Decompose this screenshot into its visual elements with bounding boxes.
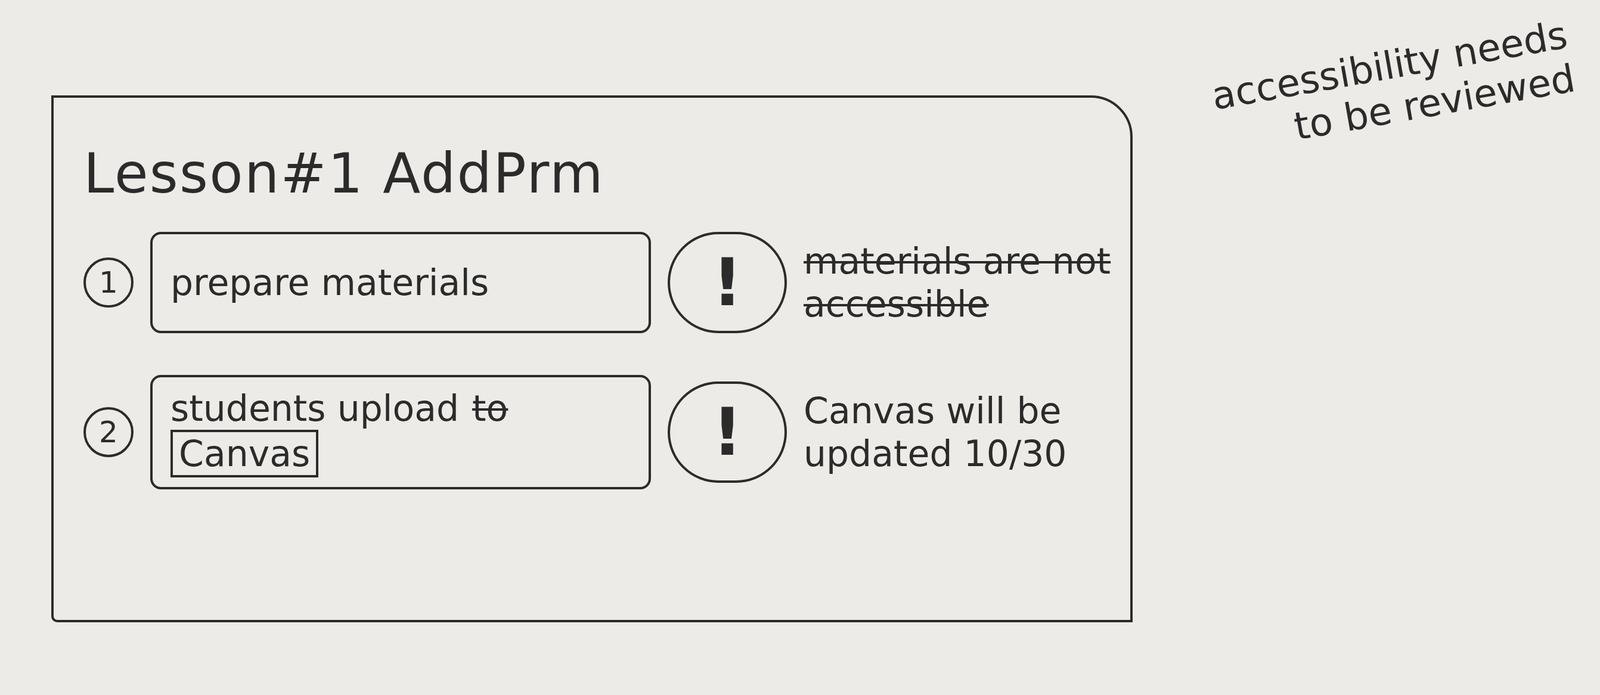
step-row: 1 prepare materials!materials are not acc… [83,231,1131,334]
step-row: 2 students upload to Canvas!Canvas will be … [83,374,1131,490]
card-title: Lesson#1 AddPrm [83,139,1131,209]
warning-icon[interactable]: ! [667,381,787,483]
step-note: Canvas will be updated 10/30 [803,389,1131,476]
canvas-link[interactable]: Canvas [170,429,319,478]
step-label: students upload [170,386,460,430]
step-box[interactable]: prepare materials [150,231,651,334]
step-number: 2 [83,407,134,458]
sketch-canvas: Lesson#1 AddPrm 1 prepare materials!mater… [0,0,1600,695]
lesson-card: Lesson#1 AddPrm 1 prepare materials!mater… [51,95,1133,623]
step-label: to [472,386,508,430]
step-label: prepare materials [170,261,489,305]
warning-icon[interactable]: ! [667,231,787,334]
step-box[interactable]: students upload to Canvas [150,374,651,490]
step-number: 1 [83,257,134,308]
margin-note: accessibility needs to be reviewed [1163,13,1578,170]
step-list: 1 prepare materials!materials are not acc… [83,231,1131,490]
step-note: materials are not accessible [803,239,1131,326]
